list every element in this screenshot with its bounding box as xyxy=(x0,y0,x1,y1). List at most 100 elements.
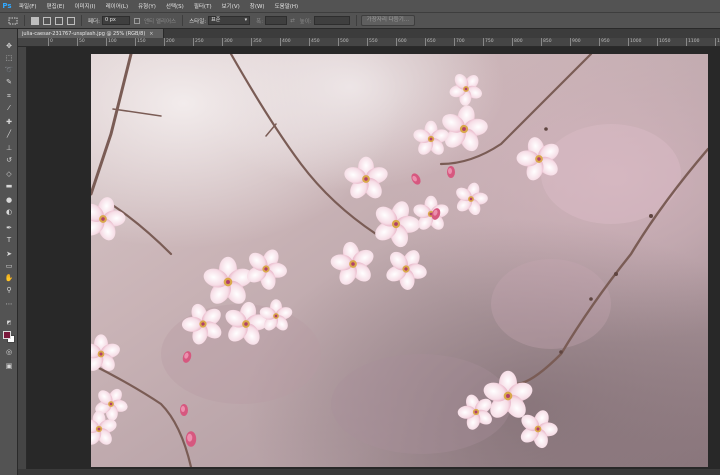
hand-tool-icon[interactable]: ✋ xyxy=(3,273,15,283)
quick-mask-icon[interactable]: ◎ xyxy=(3,347,15,357)
subtract-from-selection-icon[interactable] xyxy=(55,16,63,25)
swap-dimensions-icon[interactable]: ⇄ xyxy=(290,18,295,24)
ruler-tick-label: 50 xyxy=(79,39,85,44)
ruler-tick xyxy=(454,38,455,46)
type-tool-icon[interactable]: T xyxy=(3,235,15,245)
path-select-tool-icon[interactable]: ➤ xyxy=(3,249,15,259)
ruler-tick xyxy=(715,38,716,46)
ruler-tick xyxy=(77,38,78,46)
ruler-tick-label: 400 xyxy=(282,39,291,44)
menu-help[interactable]: 도움말(H) xyxy=(270,2,304,10)
menu-layer[interactable]: 레이어(L) xyxy=(101,2,134,10)
width-input[interactable] xyxy=(265,16,288,25)
new-selection-icon[interactable] xyxy=(31,16,39,25)
move-tool-icon[interactable]: ✥ xyxy=(3,41,15,51)
vertical-ruler[interactable] xyxy=(18,47,27,475)
divider xyxy=(81,15,82,26)
antialias-checkbox[interactable] xyxy=(133,17,140,24)
divider xyxy=(182,15,184,26)
healing-brush-tool-icon[interactable]: ✚ xyxy=(3,117,15,127)
tools-panel: ✥ ⬚ ➰ ✎ ⌗ ⁄ ✚ ╱ ⊥ ↺ ◇ ▬ ● ◐ ✒ T ➤ ▭ ✋ ⚲ … xyxy=(0,29,18,475)
style-select-value: 표준 xyxy=(211,17,221,23)
photoshop-logo: Ps xyxy=(2,2,12,10)
menu-window[interactable]: 창(W) xyxy=(245,2,270,10)
height-input[interactable] xyxy=(313,16,350,25)
document-tab[interactable]: julia-caesar-231767-unsplash.jpg @ 25% (… xyxy=(18,29,164,38)
eyedropper-tool-icon[interactable]: ⁄ xyxy=(3,103,15,113)
eraser-tool-icon[interactable]: ◇ xyxy=(3,169,15,179)
ruler-tick xyxy=(48,38,49,46)
marquee-tool-icon[interactable]: ⬚ xyxy=(3,53,15,63)
menu-type[interactable]: 유형(Y) xyxy=(133,2,161,10)
history-brush-tool-icon[interactable]: ↺ xyxy=(3,155,15,165)
gradient-tool-icon[interactable]: ▬ xyxy=(3,181,15,191)
ruler-tick xyxy=(686,38,687,46)
chevron-down-icon: ▾ xyxy=(244,17,248,23)
ruler-tick xyxy=(251,38,252,46)
rectangle-tool-icon[interactable]: ▭ xyxy=(3,261,15,271)
ruler-tick-label: 750 xyxy=(485,39,494,44)
close-icon[interactable]: × xyxy=(149,31,153,37)
ruler-tick xyxy=(309,38,310,46)
antialias-label: 앤티 앨리어스 xyxy=(143,18,177,25)
blur-tool-icon[interactable]: ● xyxy=(3,195,15,205)
divider xyxy=(24,15,25,26)
lasso-tool-icon[interactable]: ➰ xyxy=(3,65,15,75)
dodge-tool-icon[interactable]: ◐ xyxy=(3,207,15,217)
ruler-tick-label: 800 xyxy=(514,39,523,44)
marquee-tool-preset-icon[interactable] xyxy=(6,14,20,28)
ruler-tick-label: 650 xyxy=(427,39,436,44)
canvas-area[interactable] xyxy=(27,47,720,475)
add-to-selection-icon[interactable] xyxy=(43,16,51,25)
ruler-tick-label: 600 xyxy=(398,39,407,44)
feather-label: 페더: xyxy=(88,18,100,25)
intersect-selection-icon[interactable] xyxy=(67,16,75,25)
ruler-tick-label: 550 xyxy=(369,39,378,44)
menu-file[interactable]: 파일(F) xyxy=(14,2,42,10)
feather-input[interactable]: 0 px xyxy=(101,16,130,25)
ruler-tick xyxy=(483,38,484,46)
menu-edit[interactable]: 편집(E) xyxy=(42,2,70,10)
ruler-tick-label: 150 xyxy=(137,39,146,44)
quick-select-tool-icon[interactable]: ✎ xyxy=(3,77,15,87)
ruler-tick xyxy=(425,38,426,46)
foreground-color-swatch[interactable] xyxy=(3,331,11,339)
brush-tool-icon[interactable]: ╱ xyxy=(3,129,15,139)
ruler-tick xyxy=(135,38,136,46)
refine-edge-button[interactable]: 가장자리 다듬기... xyxy=(360,15,416,26)
document-tab-bar: julia-caesar-231767-unsplash.jpg @ 25% (… xyxy=(18,29,720,38)
ruler-tick-label: 0 xyxy=(50,39,53,44)
options-bar: 페더: 0 px 앤티 앨리어스 스타일: 표준 ▾ 폭: ⇄ 높이: 가장자리… xyxy=(0,12,720,29)
ruler-tick xyxy=(541,38,542,46)
zoom-tool-icon[interactable]: ⚲ xyxy=(3,285,15,295)
ruler-tick-label: 700 xyxy=(456,39,465,44)
ruler-tick-label: 1050 xyxy=(659,39,671,44)
ruler-tick xyxy=(512,38,513,46)
menu-image[interactable]: 이미지(I) xyxy=(69,2,100,10)
ruler-tick-label: 100 xyxy=(108,39,117,44)
document-image[interactable] xyxy=(91,54,708,467)
pen-tool-icon[interactable]: ✒ xyxy=(3,223,15,233)
more-tools-icon[interactable]: ⋯ xyxy=(3,299,15,309)
cherry-blossom-photo xyxy=(91,54,708,467)
ruler-tick xyxy=(280,38,281,46)
ruler-tick xyxy=(164,38,165,46)
ruler-tick-label: 200 xyxy=(166,39,175,44)
menu-select[interactable]: 선택(S) xyxy=(161,2,189,10)
ruler-tick xyxy=(222,38,223,46)
ruler-tick-label: 350 xyxy=(253,39,262,44)
menu-filter[interactable]: 필터(T) xyxy=(189,2,217,10)
default-colors-icon[interactable]: ◩ xyxy=(3,318,15,328)
document-tab-title: julia-caesar-231767-unsplash.jpg @ 25% (… xyxy=(22,30,146,37)
menu-view[interactable]: 보기(V) xyxy=(217,2,245,10)
ruler-tick-label: 300 xyxy=(224,39,233,44)
clone-stamp-tool-icon[interactable]: ⊥ xyxy=(3,143,15,153)
crop-tool-icon[interactable]: ⌗ xyxy=(3,91,15,101)
horizontal-ruler[interactable]: 0 50 100 150 200 250 300 350 400 450 500 550 600 650 7… xyxy=(18,38,720,47)
ruler-tick-label: 950 xyxy=(601,39,610,44)
divider xyxy=(355,15,357,26)
ruler-tick xyxy=(106,38,107,46)
style-select[interactable]: 표준 ▾ xyxy=(208,16,251,25)
screen-mode-icon[interactable]: ▣ xyxy=(3,361,15,371)
ruler-tick xyxy=(657,38,658,46)
